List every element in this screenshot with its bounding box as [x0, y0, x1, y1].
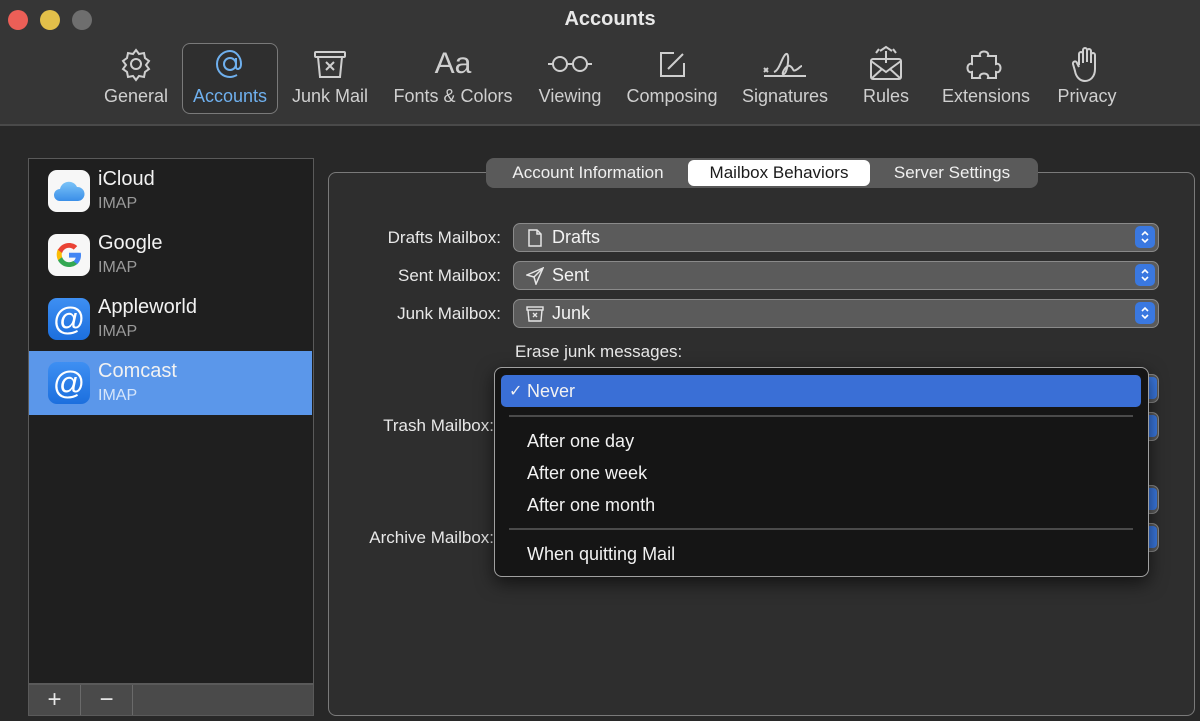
menu-item-never[interactable]: ✓ Never [501, 375, 1141, 407]
tab-mailbox-behaviors[interactable]: Mailbox Behaviors [688, 160, 870, 186]
junk-bin-icon [526, 305, 544, 323]
toolbar-item-junk-mail[interactable]: Junk Mail [288, 44, 372, 114]
icloud-icon [48, 170, 90, 212]
toolbar-item-general[interactable]: General [100, 44, 172, 114]
chevron-updown-icon [1135, 226, 1155, 248]
account-item-google[interactable]: Google IMAP [29, 223, 312, 287]
compose-icon [654, 44, 690, 84]
toolbar: Accounts General Accounts Junk Mail Aa F… [0, 0, 1200, 126]
remove-account-button[interactable]: − [81, 685, 133, 715]
toolbar-item-extensions[interactable]: Extensions [938, 44, 1034, 114]
tab-account-information[interactable]: Account Information [488, 160, 688, 186]
at-icon: @ [48, 298, 90, 340]
junk-mailbox-select[interactable]: Junk [513, 299, 1159, 328]
archive-mailbox-label: Archive Mailbox: [369, 528, 494, 547]
add-account-button[interactable]: + [29, 685, 81, 715]
rules-envelope-icon [867, 44, 905, 84]
accounts-list-footer: + − [28, 684, 314, 716]
document-icon [526, 228, 544, 247]
toolbar-item-viewing[interactable]: Viewing [534, 44, 606, 114]
menu-item-after-one-week[interactable]: After one week [501, 457, 1141, 489]
accounts-list[interactable]: iCloud IMAP Google IMAP @ Appleworld IMA… [28, 158, 314, 684]
font-icon: Aa [434, 47, 472, 80]
menu-item-when-quitting-mail[interactable]: When quitting Mail [501, 538, 1141, 570]
at-icon: @ [48, 362, 90, 404]
chevron-updown-icon [1135, 264, 1155, 286]
signature-icon [760, 44, 810, 84]
toolbar-item-composing[interactable]: Composing [622, 44, 722, 114]
google-icon [48, 234, 90, 276]
junk-bin-icon [311, 44, 349, 84]
checkmark-icon: ✓ [509, 383, 523, 400]
paper-plane-icon [526, 266, 544, 285]
erase-junk-label: Erase junk messages: [515, 342, 683, 361]
account-item-appleworld[interactable]: @ Appleworld IMAP [29, 287, 312, 351]
toolbar-item-privacy[interactable]: Privacy [1052, 44, 1122, 114]
menu-separator [509, 415, 1133, 417]
toolbar-item-signatures[interactable]: Signatures [738, 44, 832, 114]
tab-server-settings[interactable]: Server Settings [870, 160, 1034, 186]
at-icon [212, 44, 248, 84]
menu-separator [509, 528, 1133, 530]
glasses-icon [545, 44, 595, 84]
junk-mailbox-label: Junk Mailbox: [397, 304, 501, 323]
account-item-icloud[interactable]: iCloud IMAP [29, 159, 312, 223]
window-title: Accounts [564, 8, 656, 30]
menu-item-after-one-day[interactable]: After one day [501, 425, 1141, 457]
erase-junk-menu: ✓ Never After one day After one week Aft… [494, 367, 1149, 577]
gear-icon [118, 44, 154, 84]
trash-mailbox-label: Trash Mailbox: [383, 416, 494, 435]
sent-mailbox-label: Sent Mailbox: [398, 266, 501, 285]
account-item-comcast[interactable]: @ Comcast IMAP [29, 351, 312, 415]
drafts-mailbox-select[interactable]: Drafts [513, 223, 1159, 252]
puzzle-icon [962, 44, 1010, 84]
toolbar-item-accounts[interactable]: Accounts [182, 43, 278, 114]
hand-icon [1070, 44, 1104, 84]
chevron-updown-icon [1135, 302, 1155, 324]
sent-mailbox-select[interactable]: Sent [513, 261, 1159, 290]
tab-bar: Account Information Mailbox Behaviors Se… [486, 158, 1038, 188]
toolbar-item-fonts-colors[interactable]: Aa Fonts & Colors [388, 44, 518, 114]
toolbar-item-rules[interactable]: Rules [856, 44, 916, 114]
drafts-mailbox-label: Drafts Mailbox: [387, 228, 501, 247]
menu-item-after-one-month[interactable]: After one month [501, 489, 1141, 521]
